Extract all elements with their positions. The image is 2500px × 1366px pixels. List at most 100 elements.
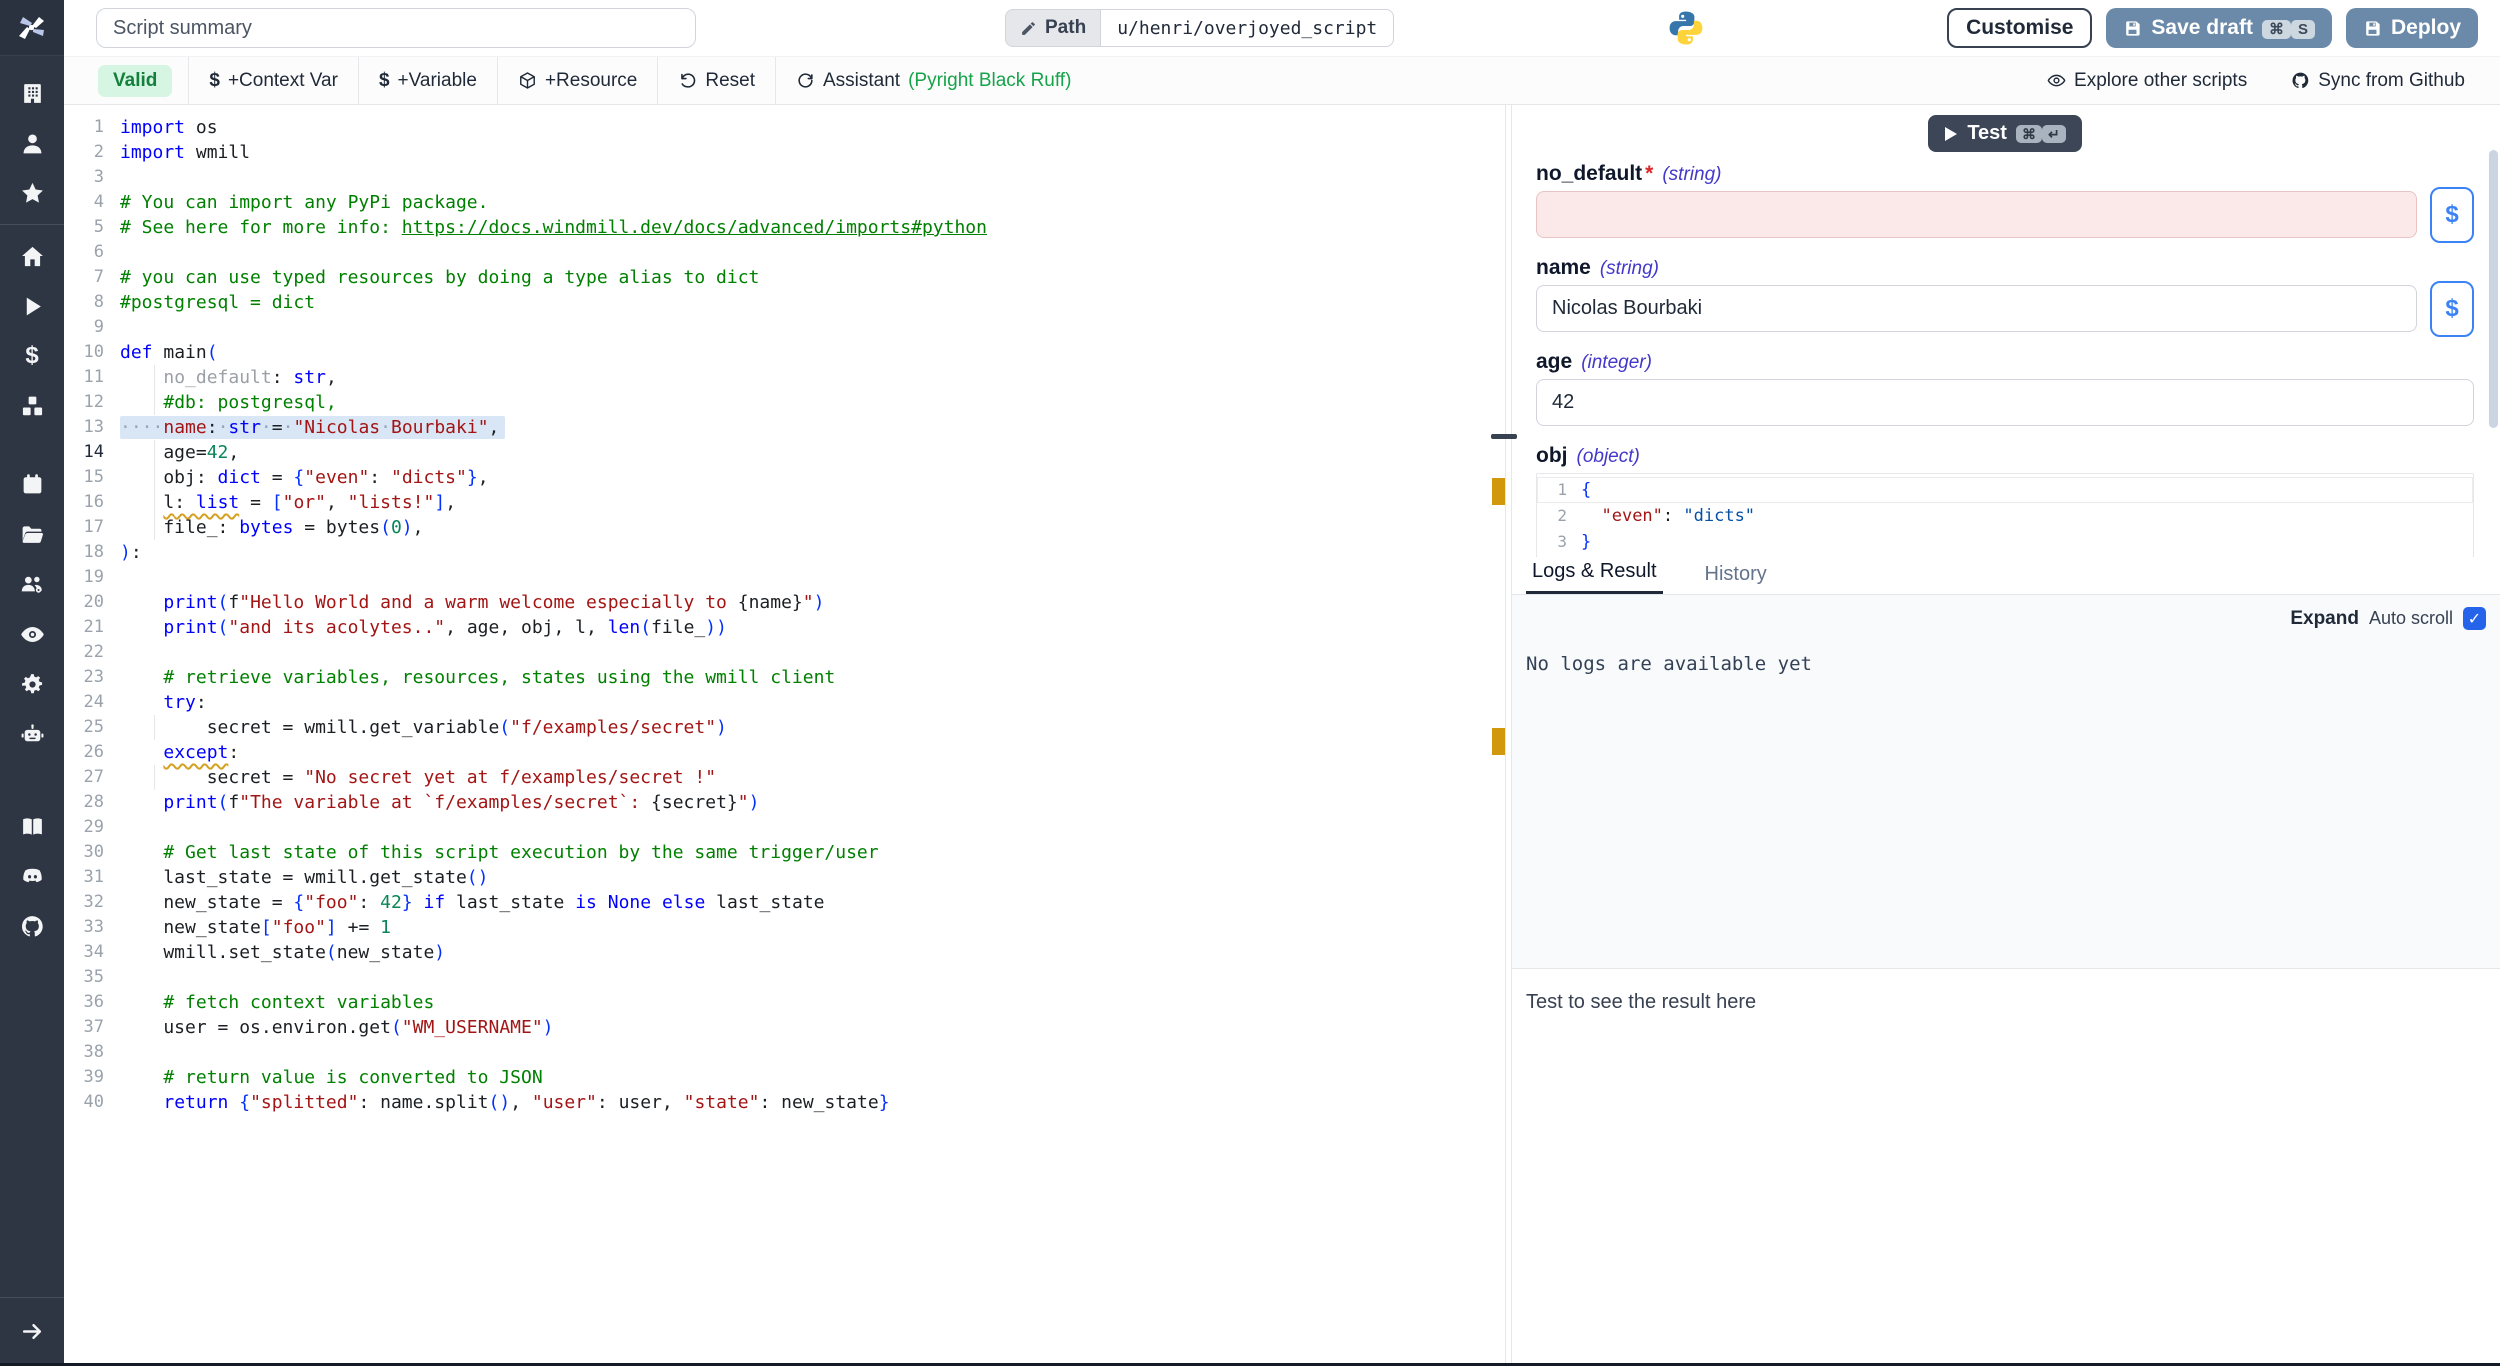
code-token	[413, 892, 424, 913]
line-content: ····name:·str·=·"Nicolas·Bourbaki",	[120, 415, 505, 440]
code-token: "splitted"	[250, 1092, 358, 1113]
sidebar-item-home[interactable]	[0, 231, 64, 281]
sidebar-item-cubes[interactable]	[0, 381, 64, 431]
undo-icon	[678, 71, 697, 90]
deploy-button[interactable]: Deploy	[2346, 8, 2478, 48]
toolbar-contextvar-button[interactable]: $+Context Var	[191, 57, 356, 105]
sidebar-item-eye[interactable]	[0, 609, 64, 659]
code-token: {	[239, 1092, 250, 1113]
windmill-logo[interactable]	[0, 0, 64, 56]
sidebar-item-dollar[interactable]: $	[0, 331, 64, 381]
code-line-4: 4# You can import any PyPi package.	[64, 190, 1505, 215]
panel-splitter-handle[interactable]	[1491, 434, 1517, 439]
code-token: os	[185, 117, 218, 138]
eye-icon	[20, 622, 45, 647]
line-number: 21	[64, 615, 104, 640]
code-token: ,	[326, 367, 337, 388]
edit-path-button[interactable]: Path	[1005, 9, 1100, 47]
code-token: =	[272, 417, 283, 438]
line-content: #postgresql = dict	[120, 290, 315, 315]
sidebar-item-robot[interactable]	[0, 709, 64, 759]
script-summary-input[interactable]	[96, 8, 696, 48]
arguments-form: Test ⌘↵ no_default*(string)$name(string)…	[1512, 105, 2500, 557]
expand-logs-button[interactable]: Expand	[2290, 608, 2359, 630]
code-token: (	[207, 342, 218, 363]
line-content: # Get last state of this script executio…	[120, 840, 879, 865]
sidebar-item-person[interactable]	[0, 118, 64, 168]
code-token: file_:	[120, 517, 239, 538]
selection-highlight: ····name:·str·=·"Nicolas·Bourbaki",	[120, 416, 505, 439]
folder-icon	[20, 522, 45, 547]
sidebar-item-gear[interactable]	[0, 659, 64, 709]
sidebar-item-folder[interactable]	[0, 509, 64, 559]
code-token: )	[402, 517, 413, 538]
logs-tabbar: Logs & Result History	[1512, 557, 2500, 595]
toolbar-reset-button[interactable]: Reset	[660, 57, 773, 105]
test-button[interactable]: Test ⌘↵	[1928, 115, 2081, 152]
line-number: 11	[64, 365, 104, 390]
sidebar-item-discord[interactable]	[0, 851, 64, 901]
code-line-18: 18):	[64, 540, 1505, 565]
logs-body: Expand Auto scroll ✓ No logs are availab…	[1512, 595, 2500, 968]
line-number: 33	[64, 915, 104, 940]
save-draft-button[interactable]: Save draft ⌘S	[2106, 8, 2332, 48]
scrollbar-thumb[interactable]	[2489, 150, 2498, 428]
code-token: l	[163, 492, 174, 513]
path-value[interactable]: u/henri/overjoyed_script	[1100, 9, 1394, 47]
code-token: [	[272, 492, 283, 513]
code-token: "WM_USERNAME"	[402, 1017, 543, 1038]
sidebar-item-github[interactable]	[0, 901, 64, 951]
code-token: if	[423, 892, 445, 913]
code-token: try	[163, 692, 196, 713]
toolbar-sync-from-github-button[interactable]: Sync from Github	[2291, 57, 2465, 105]
no_default-input[interactable]	[1536, 191, 2417, 238]
tab-history[interactable]: History	[1699, 563, 1773, 594]
sidebar-item-play[interactable]	[0, 281, 64, 331]
code-token: "The variable at `f/examples/secret`:	[239, 792, 651, 813]
code-token	[120, 1092, 163, 1113]
code-token: "lists!"	[348, 492, 435, 513]
users-icon	[20, 572, 45, 597]
toolbar-assistant-button[interactable]: Assistant(Pyright Black Ruff)	[778, 57, 1089, 105]
code-token: (	[380, 517, 391, 538]
code-token: no_default	[163, 367, 271, 388]
toolbar-resource-button[interactable]: +Resource	[500, 57, 655, 105]
code-token: ,	[478, 467, 489, 488]
code-editor[interactable]: 1import os2import wmill34# You can impor…	[64, 105, 1505, 1363]
customise-button[interactable]: Customise	[1947, 8, 2092, 48]
code-token: "state"	[684, 1092, 760, 1113]
sidebar-item-building[interactable]	[0, 68, 64, 118]
sidebar-divider	[0, 224, 64, 225]
sidebar-item-users[interactable]	[0, 559, 64, 609]
toolbar-label: Sync from Github	[2318, 70, 2465, 92]
code-token: # You can import any PyPi package.	[120, 192, 488, 213]
toolbar-explore-other-scripts-button[interactable]: Explore other scripts	[2047, 57, 2247, 105]
name-input[interactable]	[1536, 285, 2417, 332]
autoscroll-checkbox[interactable]: ✓	[2463, 607, 2486, 630]
line-number: 1	[64, 115, 104, 140]
code-token: def	[120, 342, 153, 363]
play-icon	[20, 294, 45, 319]
code-token: str	[228, 417, 261, 438]
code-token: secret =	[120, 767, 304, 788]
panel-splitter[interactable]	[1505, 105, 1512, 1363]
sidebar-item-star[interactable]	[0, 168, 64, 218]
toolbar-variable-button[interactable]: $+Variable	[361, 57, 495, 105]
code-line-21: 21 print("and its acolytes..", age, obj,…	[64, 615, 1505, 640]
obj-json-editor[interactable]: 1{2 "even": "dicts"3}	[1536, 473, 2474, 557]
code-token: )	[434, 942, 445, 963]
code-token: "f/examples/secret"	[510, 717, 716, 738]
age-input[interactable]	[1536, 379, 2474, 426]
indent-guide	[154, 515, 155, 540]
sidebar-item-calendar[interactable]	[0, 459, 64, 509]
no_default-insert-variable-button[interactable]: $	[2430, 187, 2474, 243]
code-token: new_state	[120, 917, 261, 938]
sidebar-item-book[interactable]	[0, 801, 64, 851]
name-insert-variable-button[interactable]: $	[2430, 281, 2474, 337]
building-icon	[20, 81, 45, 106]
sidebar-expand-button[interactable]	[0, 1306, 64, 1356]
code-token	[597, 892, 608, 913]
left-sidebar: $	[0, 0, 64, 1366]
code-line-9: 9	[64, 315, 1505, 340]
tab-logs-result[interactable]: Logs & Result	[1526, 560, 1663, 594]
